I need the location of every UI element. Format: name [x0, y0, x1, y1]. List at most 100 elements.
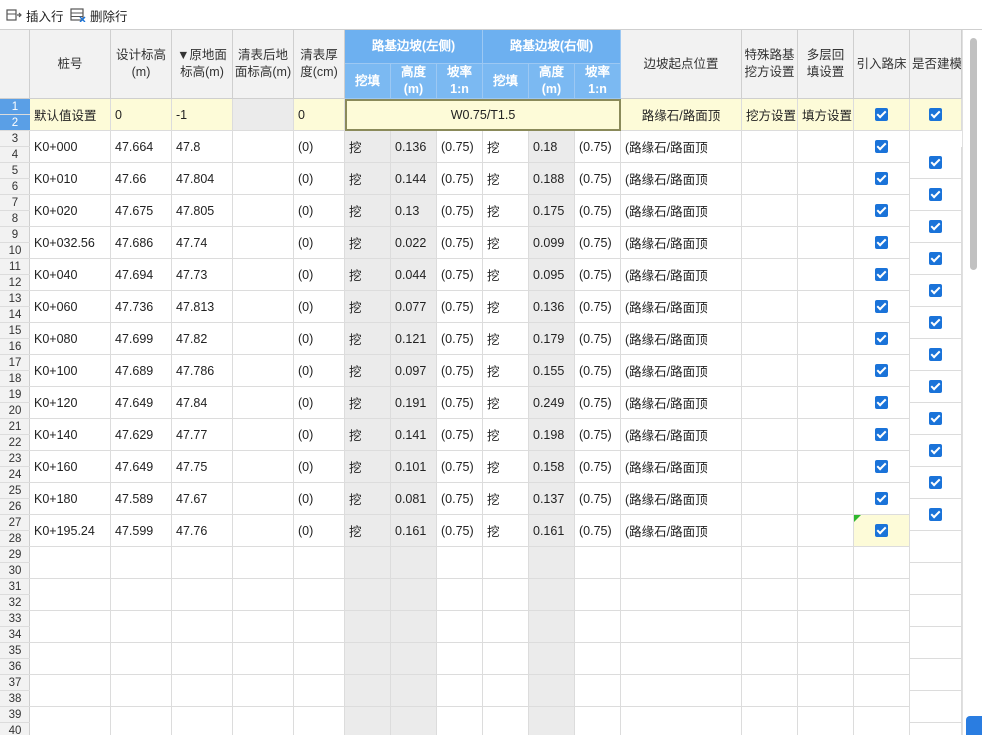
empty-cell[interactable] [529, 675, 575, 707]
cell-stake[interactable]: K0+140 [30, 419, 111, 451]
empty-cell[interactable] [391, 579, 437, 611]
cell-lr[interactable]: (0.75) [437, 259, 483, 291]
col-header-right-cutfill[interactable]: 挖填 [483, 64, 529, 99]
into-bed-cell[interactable] [854, 291, 910, 323]
row-number[interactable]: 16 [0, 339, 30, 355]
modeling-cell[interactable] [910, 211, 962, 243]
row-number[interactable]: 28 [0, 531, 30, 547]
empty-cell[interactable] [172, 675, 233, 707]
col-header-left-cutfill[interactable]: 挖填 [345, 64, 391, 99]
col-header-multilayer[interactable]: 多层回填设置 [798, 30, 854, 99]
cell-start[interactable]: (路缘石/路面顶 [621, 195, 742, 227]
empty-cell[interactable] [345, 643, 391, 675]
into-bed-cell[interactable] [854, 451, 910, 483]
cell-design[interactable]: 47.689 [111, 355, 172, 387]
row-number[interactable]: 15 [0, 323, 30, 339]
cell-lh[interactable]: 0.097 [391, 355, 437, 387]
cell-lh[interactable]: 0.101 [391, 451, 437, 483]
cell-thickness[interactable]: (0) [294, 419, 345, 451]
cell-stake[interactable]: K0+010 [30, 163, 111, 195]
cell-special[interactable] [742, 515, 798, 547]
cell-ground[interactable]: 47.82 [172, 323, 233, 355]
cell-lh[interactable]: 0.13 [391, 195, 437, 227]
empty-cell[interactable] [30, 675, 111, 707]
row-number[interactable]: 34 [0, 627, 30, 643]
empty-cell[interactable] [742, 611, 798, 643]
empty-cell[interactable] [854, 579, 910, 611]
cell-stake[interactable]: K0+040 [30, 259, 111, 291]
cell-lr[interactable]: (0.75) [437, 227, 483, 259]
empty-cell[interactable] [391, 707, 437, 735]
cell-rcf[interactable]: 挖 [483, 419, 529, 451]
cell-start[interactable]: (路缘石/路面顶 [621, 291, 742, 323]
empty-cell[interactable] [30, 707, 111, 735]
empty-cell[interactable] [345, 611, 391, 643]
cell-start[interactable]: (路缘石/路面顶 [621, 419, 742, 451]
cell-start[interactable]: (路缘石/路面顶 [621, 355, 742, 387]
cell-lcf[interactable]: 挖 [345, 227, 391, 259]
col-header-stake[interactable]: 桩号 [30, 30, 111, 99]
cell-multilayer[interactable] [798, 483, 854, 515]
row-number[interactable]: 11 [0, 259, 30, 275]
into-bed-cell[interactable] [854, 259, 910, 291]
modeling-cell[interactable] [910, 339, 962, 371]
empty-cell[interactable] [910, 531, 962, 563]
cell-rr[interactable]: (0.75) [575, 131, 621, 163]
row-number[interactable]: 18 [0, 371, 30, 387]
empty-cell[interactable] [437, 579, 483, 611]
empty-cell[interactable] [798, 675, 854, 707]
default-design-cell[interactable]: 0 [111, 99, 172, 131]
empty-cell[interactable] [742, 547, 798, 579]
cell-rh[interactable]: 0.155 [529, 355, 575, 387]
cell-special[interactable] [742, 163, 798, 195]
empty-cell[interactable] [345, 675, 391, 707]
cell-lcf[interactable]: 挖 [345, 323, 391, 355]
cell-special[interactable] [742, 291, 798, 323]
empty-cell[interactable] [621, 611, 742, 643]
empty-cell[interactable] [575, 579, 621, 611]
cell-cleared[interactable] [233, 227, 294, 259]
empty-cell[interactable] [437, 675, 483, 707]
cell-rcf[interactable]: 挖 [483, 259, 529, 291]
empty-cell[interactable] [621, 707, 742, 735]
cell-design[interactable]: 47.664 [111, 131, 172, 163]
cell-rr[interactable]: (0.75) [575, 259, 621, 291]
modeling-checkbox[interactable] [929, 348, 942, 361]
cell-thickness[interactable]: (0) [294, 291, 345, 323]
row-number[interactable]: 31 [0, 579, 30, 595]
modeling-cell[interactable] [910, 467, 962, 499]
empty-cell[interactable] [483, 675, 529, 707]
empty-cell[interactable] [172, 579, 233, 611]
empty-cell[interactable] [111, 579, 172, 611]
empty-cell[interactable] [172, 547, 233, 579]
cell-multilayer[interactable] [798, 515, 854, 547]
col-header-ground-elev[interactable]: ▼原地面标高(m) [172, 30, 233, 99]
cell-lcf[interactable]: 挖 [345, 451, 391, 483]
default-cleared-cell[interactable] [233, 99, 294, 131]
cell-stake[interactable]: K0+160 [30, 451, 111, 483]
empty-cell[interactable] [391, 643, 437, 675]
cell-lr[interactable]: (0.75) [437, 451, 483, 483]
into-bed-cell[interactable] [854, 515, 910, 547]
row-number[interactable]: 36 [0, 659, 30, 675]
empty-cell[interactable] [483, 547, 529, 579]
cell-lr[interactable]: (0.75) [437, 291, 483, 323]
scrollbar-thumb[interactable] [970, 38, 977, 270]
cell-lr[interactable]: (0.75) [437, 323, 483, 355]
into-bed-checkbox[interactable] [875, 204, 888, 217]
cell-ground[interactable]: 47.75 [172, 451, 233, 483]
cell-design[interactable]: 47.599 [111, 515, 172, 547]
cell-multilayer[interactable] [798, 323, 854, 355]
row-number[interactable]: 22 [0, 435, 30, 451]
modeling-checkbox[interactable] [929, 284, 942, 297]
empty-cell[interactable] [575, 707, 621, 735]
cell-rh[interactable]: 0.099 [529, 227, 575, 259]
cell-multilayer[interactable] [798, 451, 854, 483]
empty-cell[interactable] [111, 643, 172, 675]
cell-thickness[interactable]: (0) [294, 131, 345, 163]
cell-thickness[interactable]: (0) [294, 515, 345, 547]
row-number[interactable]: 33 [0, 611, 30, 627]
empty-cell[interactable] [111, 547, 172, 579]
cell-special[interactable] [742, 387, 798, 419]
cell-thickness[interactable]: (0) [294, 451, 345, 483]
